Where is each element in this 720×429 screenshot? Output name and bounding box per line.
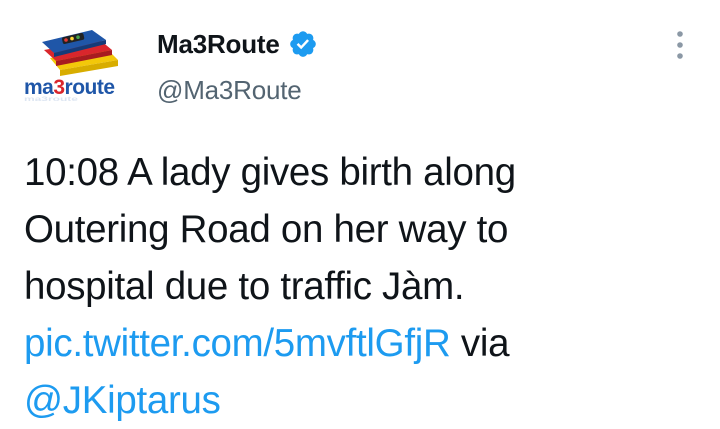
author-handle[interactable]: @Ma3Route bbox=[157, 74, 302, 106]
logo-wordmark-reflection: ma3route bbox=[24, 96, 78, 102]
tweet-card: ma3route ma3route Ma3Route @Ma3Route 10:… bbox=[0, 0, 720, 425]
tweet-mention-line: @JKiptarus bbox=[24, 372, 704, 429]
mention-link[interactable]: @JKiptarus bbox=[24, 379, 221, 422]
profile-avatar[interactable]: ma3route ma3route bbox=[22, 20, 134, 102]
more-options-icon[interactable] bbox=[672, 28, 688, 62]
author-name-row: Ma3Route bbox=[157, 28, 318, 60]
logo-graphic bbox=[42, 30, 118, 76]
tweet-text-line: 10:08 A lady gives birth along bbox=[24, 151, 516, 194]
tweet-text-line: Outering Road on her way to bbox=[24, 208, 509, 251]
media-link[interactable]: pic.twitter.com/5mvftlGfjR bbox=[24, 322, 451, 365]
author-display-name[interactable]: Ma3Route bbox=[157, 28, 280, 60]
tweet-text: 10:08 A lady gives birth along Outering … bbox=[24, 144, 704, 429]
tweet-link-line: pic.twitter.com/5mvftlGfjR via bbox=[24, 315, 704, 372]
verified-badge-icon bbox=[289, 31, 316, 57]
via-text: via bbox=[450, 322, 510, 365]
tweet-text-line: hospital due to traffic Jàm. bbox=[24, 265, 465, 308]
